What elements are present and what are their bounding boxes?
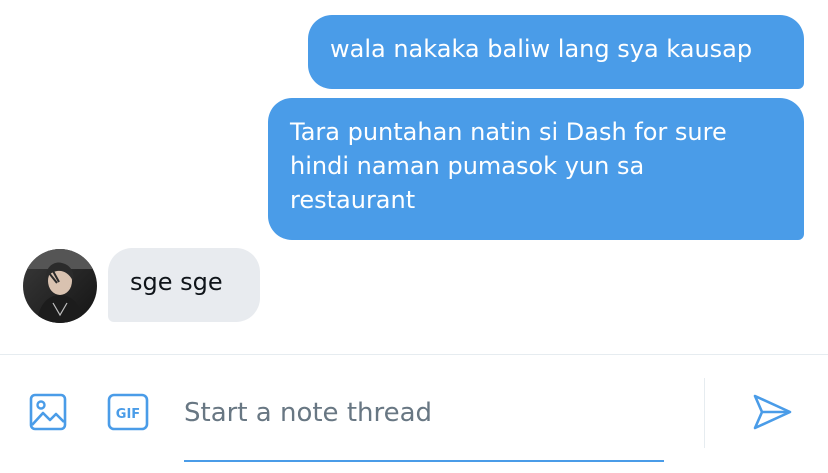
avatar[interactable] <box>23 249 97 323</box>
avatar-photo <box>23 249 97 323</box>
send-button[interactable] <box>744 388 800 436</box>
dm-conversation-screen: wala nakaka baliw lang sya kausap Tara p… <box>0 0 828 473</box>
add-media-button[interactable] <box>24 388 72 436</box>
gif-label: GIF <box>116 407 140 422</box>
gif-button[interactable]: GIF <box>104 388 152 436</box>
send-icon <box>753 394 792 430</box>
image-icon <box>29 393 67 431</box>
received-message-bubble[interactable]: sge sge <box>108 248 260 322</box>
sent-message-bubble[interactable]: Tara puntahan natin si Dash for sure hin… <box>268 98 804 240</box>
send-divider <box>704 378 705 448</box>
input-focus-underline <box>184 460 664 462</box>
composer-divider <box>0 354 828 355</box>
note-thread-input[interactable] <box>184 389 654 437</box>
sent-message-bubble[interactable]: wala nakaka baliw lang sya kausap <box>308 15 804 89</box>
gif-icon: GIF <box>107 393 149 431</box>
